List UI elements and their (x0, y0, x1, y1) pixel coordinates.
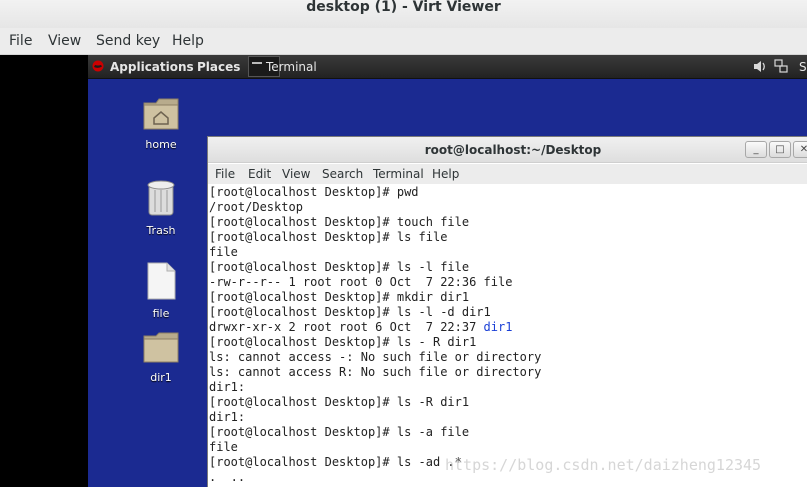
desktop-icon-label: Trash (146, 224, 176, 237)
terminal-line: file (209, 440, 238, 454)
guest-desktop[interactable]: Applications Places Terminal S home Tras… (88, 55, 807, 487)
viewer-margin (0, 55, 88, 487)
terminal-line: [root@localhost Desktop]# ls -a file (209, 425, 470, 439)
folder-icon (143, 332, 179, 363)
terminal-title: root@localhost:~/Desktop (424, 143, 602, 157)
desktop-icon-trash[interactable]: Trash (131, 179, 191, 237)
directory-name: dir1 (483, 320, 513, 334)
term-menu-file[interactable]: File (215, 167, 235, 181)
terminal-line: [root@localhost Desktop]# pwd (209, 185, 419, 199)
terminal-line: drwxr-xr-x 2 root root 6 Oct 7 22:37 dir… (209, 320, 807, 335)
desktop-icon-dir1[interactable]: dir1 (131, 332, 191, 384)
desktop-icon-home[interactable]: home (131, 97, 191, 151)
desktop-icon-label: dir1 (150, 371, 172, 384)
applications-menu[interactable]: Applications (110, 60, 194, 74)
redhat-icon (92, 60, 104, 72)
close-button[interactable]: ✕ (793, 141, 807, 158)
desktop-icon-label: file (152, 307, 170, 320)
places-menu[interactable]: Places (197, 60, 240, 74)
maximize-button[interactable]: □ (769, 141, 791, 158)
taskbar-terminal[interactable]: Terminal (266, 60, 317, 74)
term-menu-search[interactable]: Search (322, 167, 363, 181)
desktop-icon-file[interactable]: file (131, 262, 191, 320)
terminal-window[interactable]: root@localhost:~/Desktop _ □ ✕ File Edit… (207, 136, 807, 487)
menu-help[interactable]: Help (172, 33, 204, 49)
terminal-line: ls: cannot access -: No such file or dir… (209, 350, 542, 364)
terminal-line: dir1: (209, 380, 246, 394)
gnome-top-panel: Applications Places Terminal S (88, 55, 807, 79)
terminal-menubar: File Edit View Search Terminal Help (208, 164, 807, 184)
folder-home-icon (143, 98, 179, 130)
window-title: desktop (1) - Virt Viewer (306, 0, 501, 15)
terminal-line: file (209, 245, 238, 259)
terminal-line: ls: cannot access R: No such file or dir… (209, 365, 542, 379)
terminal-line: [root@localhost Desktop]# touch file (209, 215, 470, 229)
term-menu-view[interactable]: View (282, 167, 310, 181)
system-menu-partial[interactable]: S (799, 60, 807, 74)
terminal-line: [root@localhost Desktop]# ls -l -d dir1 (209, 305, 491, 319)
terminal-line: -rw-r--r-- 1 root root 0 Oct 7 22:36 fil… (209, 275, 513, 289)
term-menu-terminal[interactable]: Terminal (373, 167, 424, 181)
window-titlebar: desktop (1) - Virt Viewer (0, 0, 807, 28)
close-icon: ✕ (799, 144, 807, 155)
viewer-menubar: File View Send key Help (0, 28, 807, 55)
maximize-icon: □ (775, 144, 785, 155)
trash-icon (147, 180, 175, 216)
menu-view[interactable]: View (48, 33, 81, 49)
minimize-icon: _ (753, 144, 759, 155)
document-icon (147, 262, 176, 300)
terminal-line: /root/Desktop (209, 200, 303, 214)
terminal-titlebar[interactable]: root@localhost:~/Desktop (208, 137, 807, 163)
volume-icon[interactable] (753, 60, 767, 73)
terminal-line-text: drwxr-xr-x 2 root root 6 Oct 7 22:37 (209, 320, 484, 334)
menu-send-key[interactable]: Send key (96, 33, 160, 49)
term-menu-edit[interactable]: Edit (248, 167, 271, 181)
terminal-line: [root@localhost Desktop]# mkdir dir1 (209, 290, 470, 304)
menu-file[interactable]: File (9, 33, 32, 49)
terminal-line: dir1: (209, 410, 246, 424)
desktop-icon-label: home (145, 138, 177, 151)
terminal-line: [root@localhost Desktop]# ls file (209, 230, 448, 244)
terminal-line: [root@localhost Desktop]# ls - R dir1 (209, 335, 477, 349)
network-icon[interactable] (774, 59, 788, 74)
term-menu-help[interactable]: Help (432, 167, 459, 181)
terminal-line: [root@localhost Desktop]# ls -l file (209, 260, 470, 274)
minimize-button[interactable]: _ (745, 141, 767, 158)
watermark-text: https://blog.csdn.net/daizheng12345 (445, 456, 762, 474)
terminal-output[interactable]: [root@localhost Desktop]# pwd/root/Deskt… (208, 184, 807, 487)
terminal-line: [root@localhost Desktop]# ls -R dir1 (209, 395, 470, 409)
